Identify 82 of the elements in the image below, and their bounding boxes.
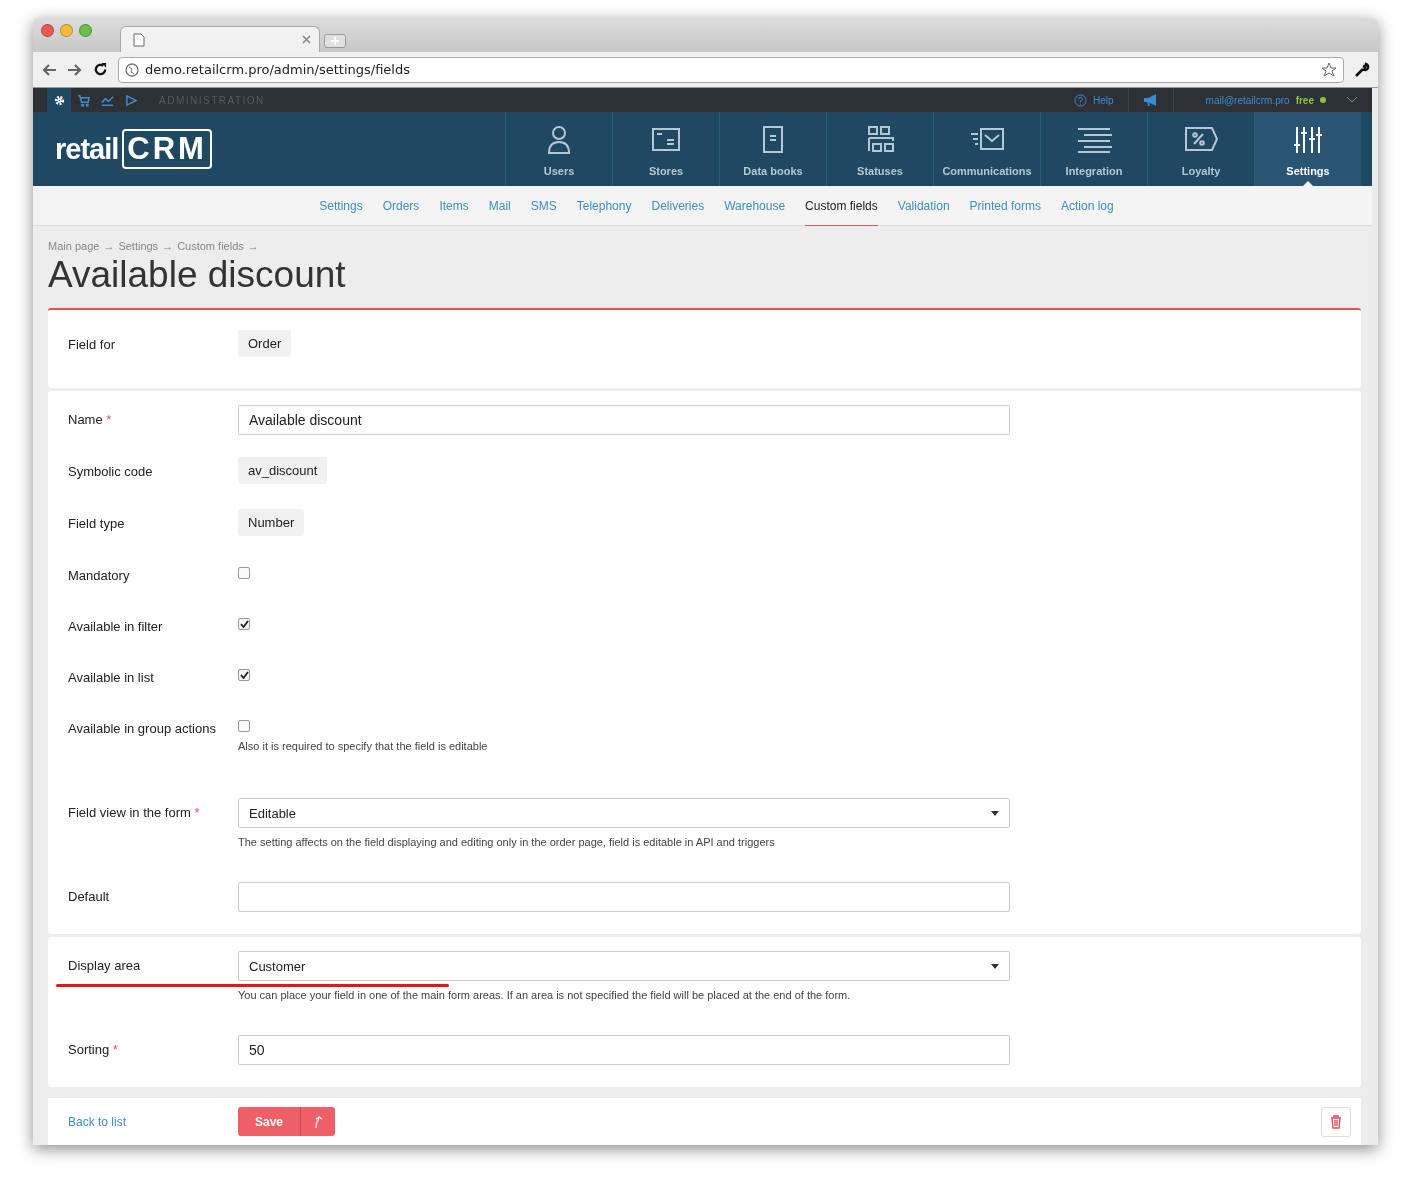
back-link[interactable]: Back to list (68, 1114, 238, 1129)
field-label: Available in group actions (68, 720, 217, 738)
subnav-link[interactable]: Mail (488, 186, 511, 226)
zoom-button[interactable] (79, 24, 92, 37)
subnav-link[interactable]: SMS (530, 186, 557, 226)
breadcrumb-arrow: → (103, 240, 115, 252)
play-icon[interactable] (124, 93, 138, 107)
subnav-link[interactable]: Action log (1060, 186, 1114, 226)
field-label: Available in filter (68, 618, 164, 636)
browser-tab[interactable] (120, 26, 320, 52)
field-label: Field for (68, 336, 116, 354)
wrench-icon[interactable] (1354, 61, 1370, 78)
address-bar[interactable]: demo.retailcrm.pro/admin/settings/fields (118, 56, 1344, 83)
input-field[interactable]: Available discount (238, 405, 1010, 435)
plan-label: free (1295, 94, 1314, 106)
checkbox[interactable] (238, 618, 250, 630)
field-label: Symbolic code (68, 463, 154, 481)
select-field[interactable]: Editable (238, 798, 1010, 828)
caret-icon (991, 963, 999, 969)
page-title: Available discount (48, 254, 347, 296)
star-icon[interactable] (1321, 61, 1337, 78)
breadcrumb-link[interactable]: Main page (48, 240, 100, 252)
new-tab-button[interactable] (324, 34, 346, 48)
help-icon[interactable] (1074, 93, 1087, 107)
plus-icon (331, 37, 339, 45)
settings-icon[interactable] (52, 93, 66, 107)
account-link[interactable]: mail@retailcrm.pro (1205, 94, 1290, 106)
lines-icon (1076, 125, 1112, 155)
chart-icon[interactable] (100, 93, 114, 107)
logo[interactable]: retail CRM (33, 112, 505, 186)
field-label: Display area (68, 957, 142, 975)
forward-icon[interactable] (67, 62, 83, 77)
delete-button[interactable] (1321, 1106, 1351, 1137)
minimize-button[interactable] (60, 24, 73, 37)
field-label: Mandatory (68, 567, 131, 585)
save-options-button[interactable] (300, 1107, 336, 1136)
checkbox[interactable] (238, 567, 250, 579)
back-icon[interactable] (41, 62, 57, 77)
field-label: Name * (68, 411, 113, 429)
cart-icon[interactable] (76, 93, 90, 107)
status-dot-icon (1320, 97, 1326, 103)
close-button[interactable] (41, 24, 54, 37)
subnav-link[interactable]: Settings (319, 186, 363, 226)
value-tag: Order (238, 330, 292, 357)
field-label: Field type (68, 515, 126, 533)
checkbox[interactable] (238, 720, 250, 732)
field-hint: Also it is required to specify that the field is editable (238, 740, 488, 752)
field-label: Available in list (68, 669, 155, 687)
subnav-link[interactable]: Items (439, 186, 469, 226)
breadcrumb-arrow: → (247, 240, 259, 252)
arrow-up-icon (313, 1114, 324, 1129)
field-label: Default (68, 888, 111, 906)
value-tag: av_discount (238, 457, 328, 484)
subnav-link[interactable]: Orders (382, 186, 420, 226)
subnav-link[interactable]: Telephony (576, 186, 632, 226)
field-label: Sorting * (68, 1041, 119, 1059)
subnav-link[interactable]: Validation (897, 186, 950, 226)
globe-icon (125, 62, 139, 77)
nav-item[interactable]: Settings (1254, 112, 1361, 186)
document-icon (133, 32, 145, 47)
field-label: Field view in the form * (68, 804, 201, 822)
subnav-link[interactable]: Printed forms (969, 186, 1041, 226)
breadcrumb-arrow: → (162, 240, 174, 252)
subnav-link[interactable]: Deliveries (651, 186, 705, 226)
field-hint: The setting affects on the field displaying and editing only in the order page, field is editable in API and triggers (238, 836, 776, 848)
value-tag: Number (238, 509, 305, 536)
caret-icon (991, 810, 999, 816)
close-icon[interactable] (302, 35, 311, 44)
input-field[interactable] (238, 882, 1010, 912)
chevron-down-icon[interactable] (1346, 96, 1358, 104)
breadcrumb-link[interactable]: Settings (118, 240, 159, 252)
save-button[interactable]: Save (238, 1107, 301, 1136)
help-link[interactable]: Help (1093, 94, 1114, 106)
input-field[interactable]: 50 (238, 1035, 1010, 1065)
reload-icon[interactable] (93, 62, 108, 77)
field-hint: You can place your field in one of the main form areas. If an area is not specified the field will be placed at the end of the form. (238, 989, 852, 1001)
trash-icon (1330, 1114, 1342, 1129)
select-field[interactable]: Customer (238, 951, 1010, 981)
megaphone-icon[interactable] (1142, 94, 1159, 106)
checkbox[interactable] (238, 669, 250, 681)
subnav-link[interactable]: Warehouse (724, 186, 786, 226)
breadcrumb-link[interactable]: Custom fields (177, 240, 244, 252)
